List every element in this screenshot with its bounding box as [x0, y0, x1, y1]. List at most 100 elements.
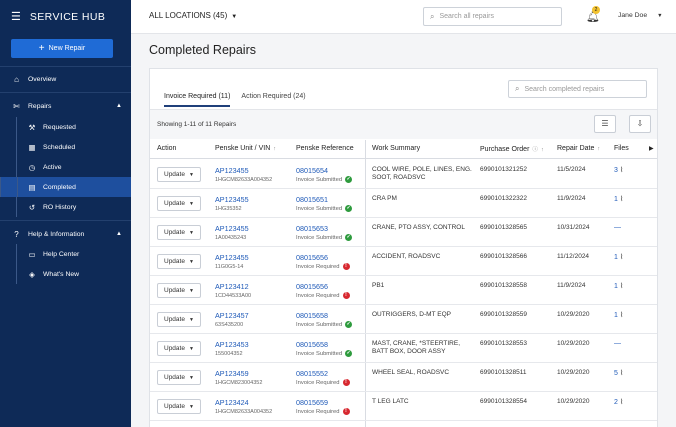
location-selector[interactable]: ALL LOCATIONS (45) ▼: [149, 11, 237, 20]
reference-link[interactable]: 08015658: [296, 340, 328, 349]
files-count[interactable]: —: [614, 340, 621, 347]
sidebar-item-repairs[interactable]: ✄ Repairs ▲: [0, 96, 131, 116]
update-dropdown[interactable]: Update ▼: [157, 341, 201, 356]
table-toolbar: Showing 1-11 of 11 Repairs ☰ ⇩: [150, 109, 657, 139]
files-count[interactable]: 1 ⌇: [614, 195, 623, 203]
files-count[interactable]: 5 ⌇: [614, 369, 623, 377]
new-repair-button[interactable]: + New Repair: [11, 39, 113, 58]
unit-link[interactable]: AP123459: [215, 369, 249, 378]
completed-search-input[interactable]: ⌕ Search completed repairs: [508, 80, 647, 98]
invoice-status: Invoice Submitted ✓: [296, 176, 353, 183]
update-dropdown[interactable]: Update ▼: [157, 312, 201, 327]
sidebar-item-label: Active: [43, 163, 62, 171]
update-dropdown[interactable]: Update ▼: [157, 225, 201, 240]
purchase-order: 6990101322322: [480, 195, 527, 202]
files-count[interactable]: 1 ⌇: [614, 253, 623, 261]
scroll-right-icon[interactable]: ▶: [649, 145, 654, 152]
unit-link[interactable]: AP123455: [215, 253, 249, 262]
sidebar-item-ro-history[interactable]: ↺ RO History: [16, 197, 131, 217]
sidebar-item-overview[interactable]: ⌂ Overview: [0, 69, 131, 89]
unit-link[interactable]: AP123412: [215, 282, 249, 291]
column-purchase-order[interactable]: Purchase Order ⓘ ↑: [480, 145, 544, 153]
sidebar-item-help-center[interactable]: ▭ Help Center: [16, 244, 131, 264]
column-action: Action: [157, 145, 177, 152]
check-circle-icon: ✓: [345, 205, 353, 212]
unit-link[interactable]: AP123424: [215, 398, 249, 407]
reference-link[interactable]: 08015653: [296, 224, 328, 233]
files-count-label: 1: [614, 196, 618, 203]
purchase-order: 6990101328511: [480, 369, 527, 376]
work-summary: WHEEL SEAL, ROADSVC: [372, 369, 450, 376]
reference-link[interactable]: 08015651: [296, 195, 328, 204]
update-dropdown[interactable]: Update ▼: [157, 370, 201, 385]
table-row: Update ▼ AP123453 155004352 08015658 Invoice …: [150, 334, 657, 363]
new-repair-label: New Repair: [48, 45, 86, 52]
column-unit[interactable]: Penske Unit / VIN ↑: [215, 145, 276, 152]
notifications-button[interactable]: 🔔︎ 2: [586, 6, 600, 23]
sidebar-item-whats-new[interactable]: ◈ What's New: [16, 264, 131, 284]
update-dropdown[interactable]: Update ▼: [157, 254, 201, 269]
tab-invoice-required[interactable]: Invoice Required (11): [164, 93, 231, 107]
sidebar-item-label: Completed: [43, 183, 76, 191]
reference-link[interactable]: 08015659: [296, 398, 328, 407]
reference-link[interactable]: 08015654: [296, 166, 328, 175]
update-label: Update: [164, 258, 185, 265]
update-dropdown[interactable]: Update ▼: [157, 196, 201, 211]
reference-link[interactable]: 08015658: [296, 311, 328, 320]
invoice-status-label: Invoice Submitted: [296, 176, 343, 183]
sidebar-item-help[interactable]: ? Help & Information ▲: [0, 224, 131, 244]
chevron-down-icon: ▼: [188, 230, 194, 236]
alert-circle-icon: !: [342, 292, 350, 299]
wrench-icon: ⚒: [28, 122, 36, 132]
invoice-status-label: Invoice Submitted: [296, 321, 343, 328]
global-search-input[interactable]: ⌕ Search all repairs: [423, 7, 562, 26]
app-brand: SERVICE HUB: [29, 11, 106, 23]
files-count-label: 3: [614, 167, 618, 174]
unit-link[interactable]: AP123453: [215, 340, 249, 349]
search-placeholder: Search completed repairs: [524, 85, 605, 93]
user-menu[interactable]: Jane Doe ▼: [618, 12, 663, 19]
hamburger-menu-icon[interactable]: ☰: [11, 11, 21, 23]
sidebar-item-active[interactable]: ◷ Active: [16, 157, 131, 177]
reference-link[interactable]: 08015656: [296, 282, 328, 291]
work-summary: CRANE, PTO ASSY, CONTROL: [372, 224, 465, 231]
plus-icon: +: [38, 42, 45, 54]
files-count[interactable]: 1 ⌇: [614, 311, 623, 319]
invoice-status-label: Invoice Submitted: [296, 234, 343, 241]
filter-button[interactable]: ☰: [594, 115, 616, 133]
sidebar-item-scheduled[interactable]: ▦ Scheduled: [16, 137, 131, 157]
sidebar-item-label: RO History: [43, 203, 77, 211]
unit-link[interactable]: AP123455: [215, 166, 249, 175]
page-title: Completed Repairs: [149, 43, 256, 57]
unit-link[interactable]: AP123455: [215, 224, 249, 233]
sidebar-item-label: Scheduled: [43, 143, 76, 151]
tab-bar: Invoice Required (11) Action Required (2…: [164, 93, 317, 107]
files-count[interactable]: 2 ⌇: [614, 398, 623, 406]
unit-link[interactable]: AP123455: [215, 195, 249, 204]
column-repair-date[interactable]: Repair Date ↑: [557, 145, 600, 152]
table-row: Update ▼ AP123412 1CD44533A00 08015656 Invoic…: [150, 276, 657, 305]
files-count[interactable]: 1 ⌇: [614, 282, 623, 290]
work-summary: OUTRIGGERS, D-MT EQP: [372, 311, 451, 318]
tab-action-required[interactable]: Action Required (24): [241, 93, 305, 107]
update-label: Update: [164, 200, 185, 207]
purchase-order: 6990101328559: [480, 311, 527, 318]
files-count-label: 1: [614, 312, 618, 319]
notification-badge: 2: [592, 6, 600, 14]
update-dropdown[interactable]: Update ▼: [157, 399, 201, 414]
files-count[interactable]: 3 ⌇: [614, 166, 623, 174]
column-label: Repair Date: [557, 145, 595, 152]
sidebar-item-completed[interactable]: ▤ Completed: [0, 177, 131, 197]
update-dropdown[interactable]: Update ▼: [157, 283, 201, 298]
files-count[interactable]: —: [614, 224, 621, 231]
unit-link[interactable]: AP123457: [215, 311, 249, 320]
reference-link[interactable]: 08015552: [296, 369, 328, 378]
purchase-order: 6990101328565: [480, 224, 527, 231]
update-dropdown[interactable]: Update ▼: [157, 167, 201, 182]
invoice-status: Invoice Submitted ✓: [296, 321, 353, 328]
export-button[interactable]: ⇩: [629, 115, 651, 133]
table-row: Update ▼ AP123459 1HGCM823004352 08015552 Inv…: [150, 363, 657, 392]
reference-link[interactable]: 08015656: [296, 253, 328, 262]
search-icon: ⌕: [430, 11, 435, 21]
sidebar-item-requested[interactable]: ⚒ Requested: [16, 117, 131, 137]
